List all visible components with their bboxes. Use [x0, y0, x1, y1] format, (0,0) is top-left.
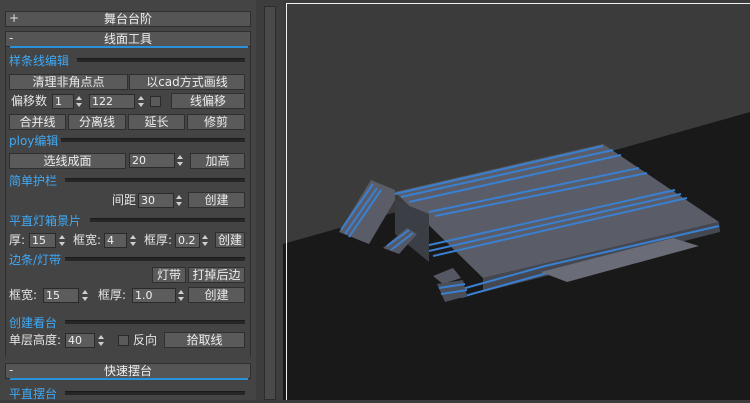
merge-lines-button[interactable]: 合并线 [9, 114, 66, 130]
section-poly-edit: ploy编辑 [9, 134, 59, 148]
strip-frame-thickness-field[interactable]: 1.0 [132, 288, 176, 303]
trim-button[interactable]: 修剪 [187, 114, 245, 130]
section-spline-edit: 样条线编辑 [9, 54, 70, 68]
strip-frame-width-label: 框宽: [9, 288, 38, 302]
raise-amount-spinner[interactable] [176, 153, 185, 168]
offset-distance-field[interactable]: 122 [89, 94, 135, 109]
strip-frame-width-field[interactable]: 15 [43, 288, 79, 303]
rollout-accent [10, 46, 248, 48]
frame-width-field[interactable]: 4 [104, 233, 127, 248]
spacing-field[interactable]: 30 [138, 193, 174, 208]
section-divider [65, 391, 245, 395]
cad-draw-button[interactable]: 以cad方式画线 [129, 74, 245, 90]
layer-height-label: 单层高度: [9, 333, 62, 347]
panel-scrollbar[interactable] [256, 0, 283, 400]
raise-amount-field[interactable]: 20 [129, 153, 175, 168]
section-divider [61, 138, 245, 142]
frame-width-label: 框宽: [73, 233, 102, 247]
thickness-field[interactable]: 15 [29, 233, 56, 248]
light-strip-button[interactable]: 灯带 [152, 267, 186, 283]
clean-noncorner-button[interactable]: 清理非角点点 [9, 74, 128, 90]
section-divider [90, 218, 245, 222]
section-create-stand: 创建看台 [9, 316, 58, 330]
offset-count-field[interactable]: 1 [52, 94, 74, 109]
scrollbar-thumb[interactable] [264, 6, 276, 400]
create-rail-button[interactable]: 创建 [188, 192, 245, 208]
rollout-title: 舞台台阶 [103, 12, 152, 26]
frame-width-spinner[interactable] [129, 233, 138, 248]
remove-back-edge-button[interactable]: 打掉后边 [188, 267, 245, 283]
rollout-header-quick-platform[interactable]: - 快速摆台 [5, 363, 251, 379]
offset-checkbox[interactable] [150, 96, 161, 107]
offset-label: 偏移数 [11, 94, 48, 108]
layer-height-field[interactable]: 40 [65, 333, 95, 348]
reverse-label: 反向 [133, 333, 158, 347]
rollout-header-line-tools[interactable]: - 线面工具 [5, 31, 251, 47]
create-strip-button[interactable]: 创建 [188, 287, 245, 303]
strip-frame-thickness-spinner[interactable] [177, 288, 186, 303]
rollout-header-stage-steps[interactable]: + 舞台台阶 [5, 11, 251, 27]
thickness-spinner[interactable] [58, 233, 67, 248]
raise-button[interactable]: 加高 [190, 153, 245, 169]
strip-frame-width-spinner[interactable] [81, 288, 90, 303]
layer-height-spinner[interactable] [97, 333, 106, 348]
select-to-face-button[interactable]: 选线成面 [9, 153, 126, 169]
section-divider [65, 178, 245, 182]
thickness-label: 厚: [9, 233, 26, 247]
section-divider [65, 320, 245, 324]
create-lightbox-button[interactable]: 创建 [215, 232, 245, 248]
frame-thickness-label: 框厚: [144, 233, 173, 247]
section-flat-lightbox: 平直灯箱景片 [9, 214, 82, 228]
spacing-spinner[interactable] [175, 193, 184, 208]
rollout-title: 快速摆台 [103, 364, 152, 378]
spacing-label: 间距 [112, 193, 137, 207]
frame-thickness-spinner[interactable] [201, 233, 210, 248]
viewport-active-border [286, 3, 750, 400]
section-edge-strip: 边条/灯带 [9, 253, 62, 267]
offset-count-spinner[interactable] [75, 94, 84, 109]
section-divider [77, 58, 245, 62]
command-panel: + 舞台台阶 - 线面工具 样条线编辑 清理非角点点 以cad方式画线 偏移数 … [0, 0, 283, 401]
pick-line-button[interactable]: 拾取线 [164, 332, 245, 348]
strip-frame-thickness-label: 框厚: [98, 288, 127, 302]
line-offset-button[interactable]: 线偏移 [171, 93, 245, 109]
split-lines-button[interactable]: 分离线 [68, 114, 126, 130]
extend-button[interactable]: 延长 [128, 114, 185, 130]
rollout-title: 线面工具 [103, 32, 152, 46]
offset-distance-spinner[interactable] [137, 94, 146, 109]
section-simple-rail: 简单护栏 [9, 174, 58, 188]
section-divider [65, 257, 245, 261]
section-flat-platform: 平直摆台 [9, 387, 58, 401]
reverse-checkbox[interactable] [118, 335, 129, 346]
frame-thickness-field[interactable]: 0.2 [175, 233, 200, 248]
rollout-accent [10, 378, 248, 380]
